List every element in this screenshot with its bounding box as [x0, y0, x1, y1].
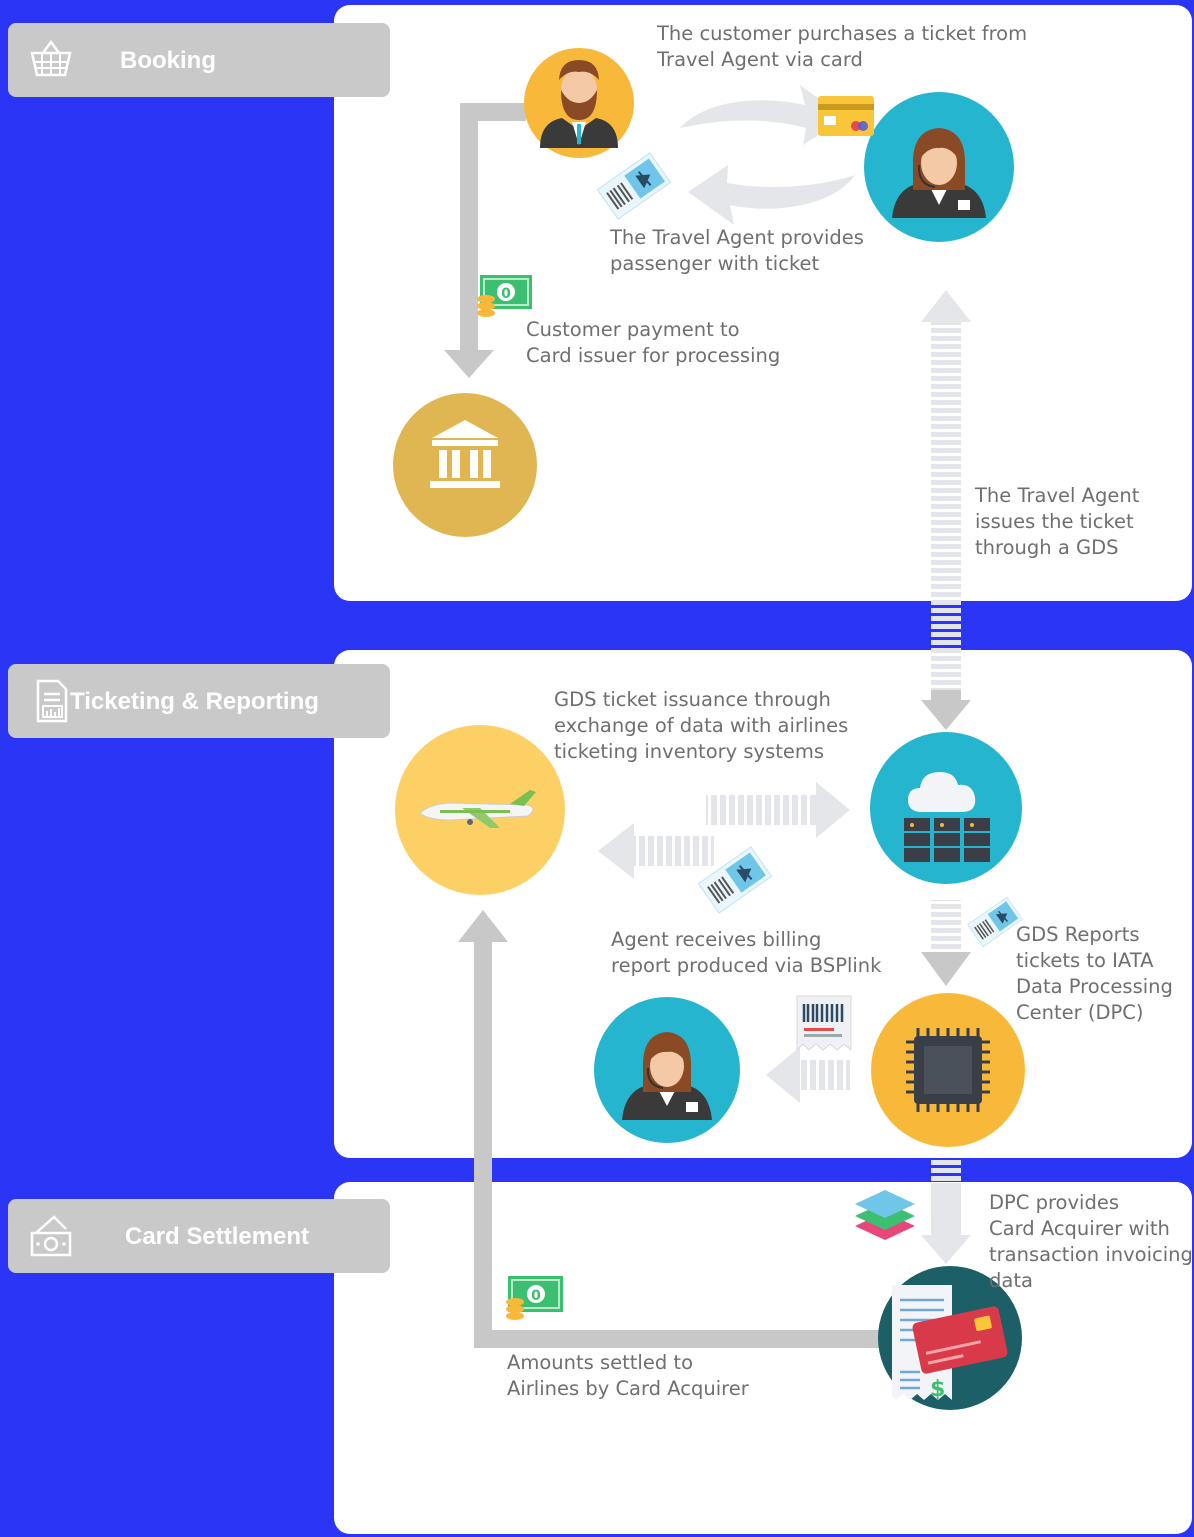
- ticket-icon: [967, 896, 1023, 948]
- credit-card-icon: [818, 96, 874, 136]
- barcode-receipt-icon: [796, 995, 852, 1052]
- gds-exchange-arrows: [598, 782, 850, 879]
- payment-arrow: [444, 103, 526, 378]
- annotation-gds-issuance: GDS ticket issuance through exchange of …: [554, 688, 849, 763]
- svg-text:$: $: [930, 1377, 945, 1402]
- annotation-dpc-provides: DPC provides Card Acquirer with transact…: [989, 1191, 1193, 1292]
- cpu-chip-icon: [871, 993, 1025, 1147]
- annotation-settled: Amounts settled to Airlines by Card Acqu…: [507, 1351, 749, 1400]
- layers-icon: [855, 1190, 915, 1240]
- airplane-icon: [395, 725, 565, 895]
- billing-arrow: [766, 1047, 850, 1103]
- annotation-gds-reports: GDS Reports tickets to IATA Data Process…: [1016, 923, 1173, 1024]
- travel-agent-icon: [864, 92, 1014, 242]
- server-cloud-icon: [870, 732, 1022, 884]
- annotation-billing: Agent receives billing report produced v…: [611, 928, 882, 977]
- invoicing-arrow: [921, 1158, 971, 1264]
- customer-icon: [524, 48, 634, 158]
- svg-text:0: 0: [501, 286, 511, 302]
- annotation-purchase: The customer purchases a ticket from Tra…: [657, 22, 1028, 71]
- money-icon: 0: [506, 1276, 563, 1320]
- ticket-icon: [596, 152, 672, 220]
- bank-icon: [393, 393, 537, 537]
- svg-text:0: 0: [531, 1288, 541, 1304]
- gds-issue-arrow: [921, 290, 971, 730]
- travel-agent-icon: [594, 997, 740, 1143]
- annotation-payment: Customer payment to Card issuer for proc…: [526, 318, 781, 367]
- annotation-issues: The Travel Agent issues the ticket throu…: [975, 484, 1140, 559]
- annotation-provides: The Travel Agent provides passenger with…: [610, 226, 864, 275]
- gds-report-arrow: [921, 900, 971, 986]
- money-icon: 0: [477, 275, 532, 317]
- flow-graphics: 0 $ 0: [393, 48, 1025, 1410]
